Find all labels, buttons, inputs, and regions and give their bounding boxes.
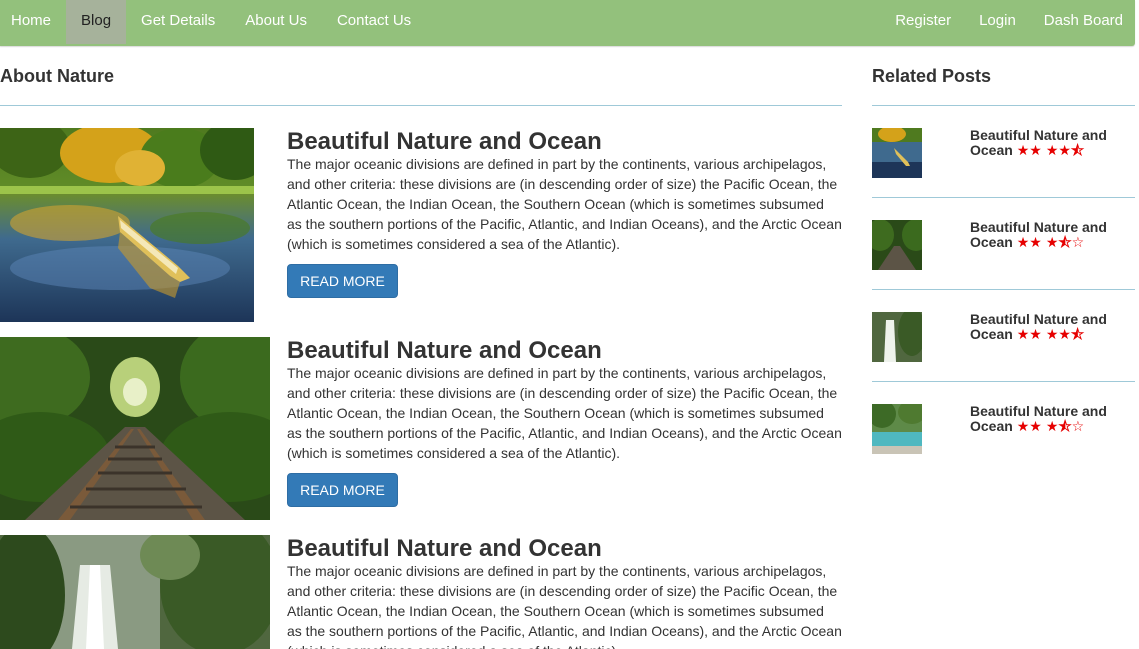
title-divider [0,105,842,106]
nav-login-link[interactable]: Login [965,0,1030,44]
related-post-text: Beautiful Nature and Ocean ★★ ★★⯪ [970,312,1130,342]
post-excerpt: The major oceanic divisions are defined … [287,156,842,252]
related-post-title: Beautiful Nature and [970,403,1107,419]
related-thumb-waterfall [872,312,922,362]
nav-home-link[interactable]: Home [0,0,66,44]
sidebar-divider [872,381,1135,382]
post-title[interactable]: Beautiful Nature and Ocean [287,128,602,156]
related-thumb-river [872,404,922,454]
nav-left-group: Home Blog Get Details About Us Contact U… [0,0,426,44]
page-title: About Nature [0,66,114,86]
post-excerpt: The major oceanic divisions are defined … [287,563,842,649]
nav-contact-us-link[interactable]: Contact Us [322,0,426,44]
related-post-text: Beautiful Nature and Ocean ★★ ★⯪☆ [970,220,1130,250]
related-post-text: Beautiful Nature and Ocean ★★ ★★⯪ [970,128,1130,158]
post-title[interactable]: Beautiful Nature and Ocean [287,337,602,365]
nav-register-link[interactable]: Register [881,0,965,44]
sidebar-divider [872,197,1135,198]
related-thumb-canoe [872,128,922,178]
post-excerpt: The major oceanic divisions are defined … [287,365,842,461]
nav-dashboard-link[interactable]: Dash Board [1030,0,1135,44]
related-post-3[interactable]: Beautiful Nature and Ocean ★★ ★★⯪ [872,312,1135,372]
nav-about-us-link[interactable]: About Us [230,0,322,44]
forest-railway-image[interactable] [0,337,270,520]
star-rating-icon: ★★ ★⯪☆ [1016,234,1085,250]
blog-post-1: Beautiful Nature and Ocean The major oce… [0,128,842,328]
related-post-2[interactable]: Beautiful Nature and Ocean ★★ ★⯪☆ [872,220,1135,280]
lake-canoe-image[interactable] [0,128,254,322]
sidebar-divider [872,289,1135,290]
sidebar-divider [872,105,1135,106]
star-rating-icon: ★★ ★★⯪ [1016,326,1085,342]
related-post-title: Beautiful Nature and [970,219,1107,235]
related-post-4[interactable]: Beautiful Nature and Ocean ★★ ★⯪☆ [872,404,1135,464]
related-post-title-end: Ocean [970,234,1013,250]
related-post-title-end: Ocean [970,142,1013,158]
post-title[interactable]: Beautiful Nature and Ocean [287,535,602,563]
related-post-title-end: Ocean [970,418,1013,434]
related-post-text: Beautiful Nature and Ocean ★★ ★⯪☆ [970,404,1130,434]
related-post-1[interactable]: Beautiful Nature and Ocean ★★ ★★⯪ [872,128,1135,188]
jungle-waterfall-image[interactable] [0,535,270,649]
related-post-title-end: Ocean [970,326,1013,342]
read-more-button[interactable]: READ MORE [287,264,398,298]
nav-right-group: Register Login Dash Board [881,0,1135,44]
related-post-title: Beautiful Nature and [970,311,1107,327]
blog-post-2: Beautiful Nature and Ocean The major oce… [0,337,842,527]
related-thumb-railway [872,220,922,270]
star-rating-icon: ★★ ★★⯪ [1016,142,1085,158]
nav-blog-link[interactable]: Blog [66,0,127,44]
related-post-title: Beautiful Nature and [970,127,1107,143]
star-rating-icon: ★★ ★⯪☆ [1016,418,1085,434]
related-posts-heading: Related Posts [872,66,992,86]
read-more-button[interactable]: READ MORE [287,473,398,507]
top-navbar: Home Blog Get Details About Us Contact U… [0,0,1135,46]
nav-get-details-link[interactable]: Get Details [126,0,230,44]
blog-post-3: Beautiful Nature and Ocean The major oce… [0,535,842,649]
